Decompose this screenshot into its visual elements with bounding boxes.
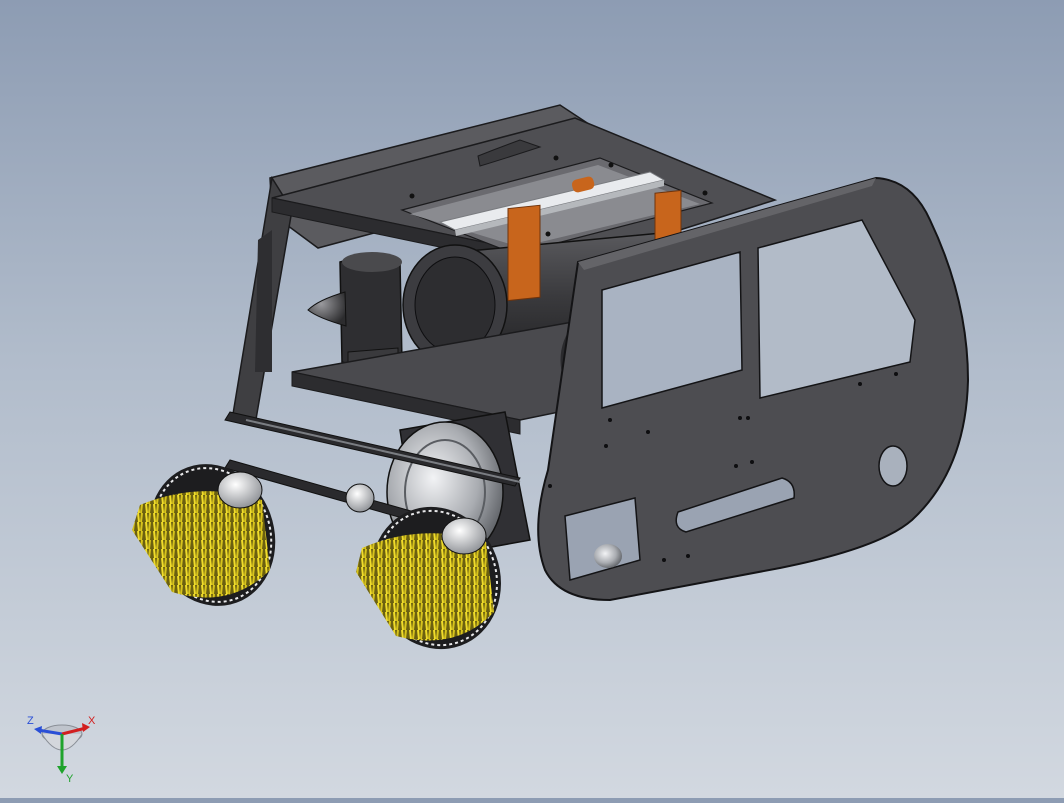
view-orientation-triad[interactable]: Z X Y: [22, 708, 106, 785]
cad-3d-viewport[interactable]: [0, 0, 1064, 798]
x-axis-label: X: [88, 715, 96, 727]
rov-assembly-model[interactable]: [0, 0, 1064, 798]
z-axis-label: Z: [27, 715, 34, 727]
y-axis-label: Y: [66, 773, 74, 784]
